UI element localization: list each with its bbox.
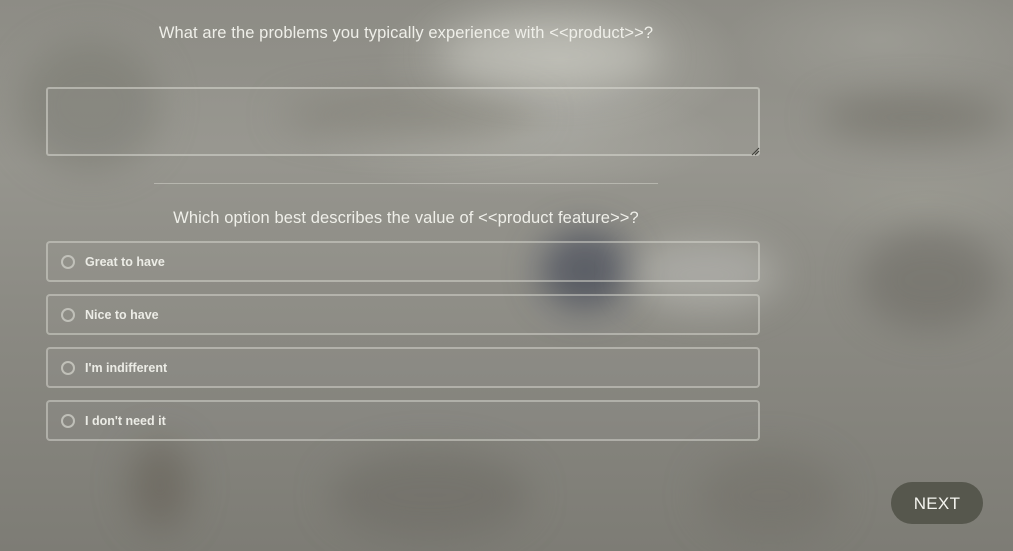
option-label: Nice to have [85,308,159,322]
radio-circle-icon[interactable] [61,414,75,428]
question-1-title: What are the problems you typically expe… [158,24,654,42]
option-nice-to-have[interactable]: Nice to have [46,294,760,335]
radio-circle-icon[interactable] [61,255,75,269]
question-2-title: Which option best describes the value of… [173,209,639,227]
question-divider [154,183,658,184]
option-dont-need-it[interactable]: I don't need it [46,400,760,441]
survey-page: What are the problems you typically expe… [0,0,1013,551]
radio-circle-icon[interactable] [61,308,75,322]
option-label: I'm indifferent [85,361,168,375]
option-great-to-have[interactable]: Great to have [46,241,760,282]
problems-answer-textarea[interactable] [46,87,760,156]
option-indifferent[interactable]: I'm indifferent [46,347,760,388]
option-label: I don't need it [85,414,166,428]
resize-grip-icon[interactable] [751,147,760,156]
radio-circle-icon[interactable] [61,361,75,375]
next-button[interactable]: NEXT [891,482,983,524]
option-label: Great to have [85,255,165,269]
